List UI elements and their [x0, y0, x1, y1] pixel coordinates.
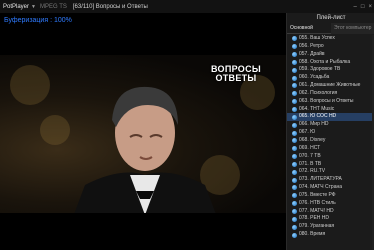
list-item-label: 069. НСТ	[299, 144, 321, 151]
list-item[interactable]: 074. МАТЧ Страна	[287, 184, 374, 192]
channel-icon	[292, 201, 297, 207]
channel-icon	[292, 185, 297, 191]
list-item[interactable]: 055. Ваш Успех	[287, 35, 374, 43]
channel-icon	[292, 169, 297, 175]
list-item[interactable]: 077. МАТЧ! HD	[287, 208, 374, 216]
list-item[interactable]: 059. Здоровое ТВ	[287, 66, 374, 74]
channel-icon	[292, 161, 297, 167]
channel-icon	[292, 224, 297, 230]
list-item[interactable]: 079. Ураганная	[287, 223, 374, 231]
app-menu-button[interactable]: PotPlayer	[3, 4, 29, 10]
list-item[interactable]: 078. РЕН HD	[287, 215, 374, 223]
list-item[interactable]: 070. 7 ТВ	[287, 153, 374, 161]
list-item-label: 058. Охота и Рыбалка	[299, 58, 351, 65]
list-item-label: 076. НТВ Стиль	[299, 199, 336, 206]
list-item[interactable]: 072. RU.TV	[287, 168, 374, 176]
list-item[interactable]: 076. НТВ Стиль	[287, 200, 374, 208]
channel-icon	[292, 114, 297, 120]
list-item-label: 060. Усадьба	[299, 74, 330, 81]
channel-icon	[292, 36, 297, 42]
close-button[interactable]: ×	[368, 4, 372, 10]
list-item-label: 063. Вопросы и Ответы	[299, 97, 354, 104]
channel-icon	[292, 216, 297, 222]
list-item[interactable]: 061. Домашние Животные	[287, 82, 374, 90]
list-item-label: 068. Disney	[299, 136, 326, 143]
list-item[interactable]: 069. НСТ	[287, 145, 374, 153]
channel-icon	[292, 67, 297, 73]
list-item-label: 055. Ваш Успех	[299, 35, 335, 41]
playlist-panel: Плей-лист Основной Этот компьютер 055. В…	[286, 13, 374, 250]
title-bar: PotPlayer ▼ MPEG TS [63/110] Вопросы и О…	[0, 0, 374, 13]
list-item-label: 067. Ю	[299, 129, 316, 136]
channel-icon	[292, 146, 297, 152]
list-item-label: 075. Вместе РФ	[299, 191, 336, 198]
list-item-label: 071. В ТВ	[299, 160, 322, 167]
list-item-label: 078. РЕН HD	[299, 215, 330, 222]
minimize-button[interactable]: –	[354, 4, 357, 10]
list-item-label: 062. Психология	[299, 89, 338, 96]
channel-icon	[292, 177, 297, 183]
list-item-label: 066. Мир HD	[299, 121, 329, 128]
list-item[interactable]: 058. Охота и Рыбалка	[287, 59, 374, 67]
buffering-status: Буферизация : 100%	[4, 17, 72, 24]
channel-icon	[292, 75, 297, 81]
list-item[interactable]: 056. Ретро	[287, 43, 374, 51]
window-controls: – □ ×	[354, 0, 372, 13]
list-item[interactable]: 064. ТНТ Music	[287, 106, 374, 114]
list-item-label: 059. Здоровое ТВ	[299, 66, 341, 73]
channel-icon	[292, 91, 297, 97]
tab-this-computer[interactable]: Этот компьютер	[331, 23, 374, 34]
list-item[interactable]: 057. Драйв	[287, 51, 374, 59]
channel-icon	[292, 59, 297, 65]
maximize-button[interactable]: □	[361, 4, 365, 10]
list-item-label: 070. 7 ТВ	[299, 152, 321, 159]
channel-icon	[292, 138, 297, 144]
list-item[interactable]: 068. Disney	[287, 137, 374, 145]
list-item-label: 074. МАТЧ Страна	[299, 184, 343, 191]
playlist-list[interactable]: 055. Ваш Успех 056. Ретро 057. Драйв 058. О…	[287, 35, 374, 250]
list-item[interactable]: 080. Время	[287, 231, 374, 239]
list-item-label: 072. RU.TV	[299, 168, 326, 175]
channel-icon	[292, 99, 297, 105]
list-item-label: 080. Время	[299, 231, 326, 238]
list-item-label: 057. Драйв	[299, 50, 325, 57]
list-item[interactable]: 075. Вместе РФ	[287, 192, 374, 200]
tab-main[interactable]: Основной	[287, 23, 331, 34]
list-item-label: 077. МАТЧ! HD	[299, 207, 334, 214]
channel-icon	[292, 232, 297, 238]
video-area[interactable]: Буферизация : 100% ВОПРОСЫ ОТВЕТЫ	[0, 13, 286, 250]
channel-icon	[292, 107, 297, 113]
channel-icon	[292, 130, 297, 136]
list-item[interactable]: 063. Вопросы и Ответы	[287, 98, 374, 106]
logo-line-2: ОТВЕТЫ	[215, 73, 257, 83]
channel-logo: ВОПРОСЫ ОТВЕТЫ	[206, 65, 266, 83]
channel-icon	[292, 208, 297, 214]
list-item[interactable]: 060. Усадьба	[287, 74, 374, 82]
list-item[interactable]: 067. Ю	[287, 129, 374, 137]
channel-icon	[292, 193, 297, 199]
playlist-tabs: Основной Этот компьютер	[287, 23, 374, 34]
playlist-title: Плей-лист	[316, 15, 346, 21]
list-item[interactable]: 073. ЛИТЕРАТУРА	[287, 176, 374, 184]
channel-icon	[292, 154, 297, 160]
channel-icon	[292, 52, 297, 58]
chevron-down-icon[interactable]: ▼	[31, 4, 36, 10]
channel-icon	[292, 83, 297, 89]
presenter-figure	[74, 86, 216, 213]
list-item-label: 061. Домашние Животные	[299, 82, 361, 89]
channel-icon	[292, 44, 297, 50]
list-item-label: 079. Ураганная	[299, 223, 335, 230]
list-item[interactable]: 065. Ю СОС HD	[287, 113, 374, 122]
list-item[interactable]: 062. Психология	[287, 90, 374, 98]
list-item[interactable]: 066. Мир HD	[287, 121, 374, 129]
list-item-label: 056. Ретро	[299, 42, 324, 49]
list-item-label: 065. Ю СОС HD	[299, 113, 337, 120]
channel-icon	[292, 122, 297, 128]
codec-label: MPEG TS	[39, 3, 67, 10]
window-title: [63/110] Вопросы и Ответы	[72, 3, 148, 10]
list-item[interactable]: 071. В ТВ	[287, 161, 374, 169]
list-item-label: 064. ТНТ Music	[299, 105, 335, 112]
list-item-label: 073. ЛИТЕРАТУРА	[299, 176, 342, 183]
